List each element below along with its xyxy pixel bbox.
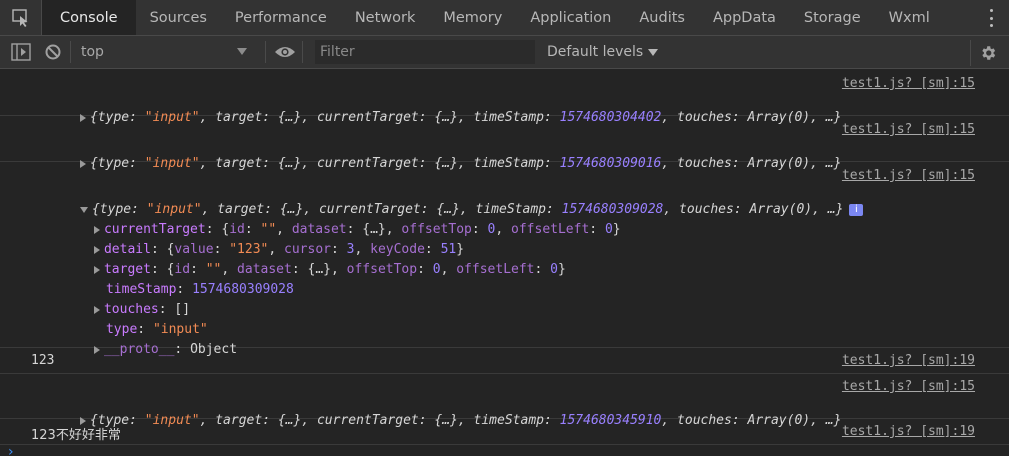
gear-icon — [982, 46, 996, 60]
block-icon — [45, 44, 61, 60]
source-link[interactable]: test1.js? [sm]:15 — [842, 122, 975, 137]
inspect-cursor-icon — [11, 8, 27, 27]
source-link[interactable]: test1.js? [sm]:15 — [842, 76, 975, 91]
log-levels-dropdown[interactable]: Default levels — [547, 44, 659, 60]
caret-down-icon — [648, 48, 659, 56]
source-link[interactable]: test1.js? [sm]:15 — [842, 379, 975, 394]
source-link[interactable]: test1.js? [sm]:15 — [842, 168, 975, 183]
console-message: test1.js? [sm]:19 123 — [0, 348, 1009, 374]
tab-application[interactable]: Application — [516, 0, 625, 35]
inspect-element-button[interactable] — [0, 0, 42, 35]
log-levels-label: Default levels — [547, 44, 644, 60]
console-message: test1.js? [sm]:15 {type: "input", target… — [0, 116, 1009, 171]
tab-console[interactable]: Console — [42, 0, 136, 35]
console-messages: test1.js? [sm]:15 {type: "input", target… — [0, 69, 1009, 456]
tab-appdata[interactable]: AppData — [699, 0, 790, 35]
tab-storage[interactable]: Storage — [790, 0, 875, 35]
console-toolbar: top Default levels — [0, 36, 1009, 69]
source-link[interactable]: test1.js? [sm]:19 — [842, 424, 975, 439]
caret-down-icon — [237, 47, 247, 55]
tab-wxml[interactable]: Wxml — [875, 0, 944, 35]
devtools-tab-bar: Console Sources Performance Network Memo… — [0, 0, 1009, 36]
tab-network[interactable]: Network — [341, 0, 430, 35]
live-expression-button[interactable] — [274, 41, 296, 63]
more-options-icon[interactable] — [983, 9, 999, 27]
filter-input[interactable] — [315, 40, 535, 64]
clear-console-button[interactable] — [42, 41, 64, 63]
toolbar-divider — [265, 41, 266, 63]
log-text: 123 — [31, 353, 55, 368]
tab-memory[interactable]: Memory — [429, 0, 516, 35]
toolbar-divider — [70, 41, 71, 63]
info-icon[interactable]: i — [849, 203, 864, 216]
show-sidebar-button[interactable] — [10, 41, 32, 63]
console-message-expanded: test1.js? [sm]:15 {type: "input", target… — [0, 162, 1009, 357]
sidebar-icon — [11, 43, 31, 61]
console-prompt-icon[interactable]: › — [8, 444, 14, 456]
tab-audits[interactable]: Audits — [625, 0, 699, 35]
context-value: top — [81, 44, 104, 60]
tab-list: Console Sources Performance Network Memo… — [42, 0, 944, 35]
console-settings-button[interactable] — [970, 40, 1001, 66]
eye-icon — [275, 47, 295, 57]
toolbar-divider — [302, 41, 303, 63]
log-text: 123不好好非常 — [31, 428, 121, 443]
console-message: test1.js? [sm]:15 {type: "input", target… — [0, 374, 1009, 428]
context-selector[interactable]: top — [81, 36, 259, 69]
tab-performance[interactable]: Performance — [221, 0, 341, 35]
source-link[interactable]: test1.js? [sm]:19 — [842, 353, 975, 368]
console-message: test1.js? [sm]:15 {type: "input", target… — [0, 69, 1009, 125]
tab-sources[interactable]: Sources — [136, 0, 221, 35]
console-message: test1.js? [sm]:19 123不好好非常 — [0, 419, 1009, 445]
